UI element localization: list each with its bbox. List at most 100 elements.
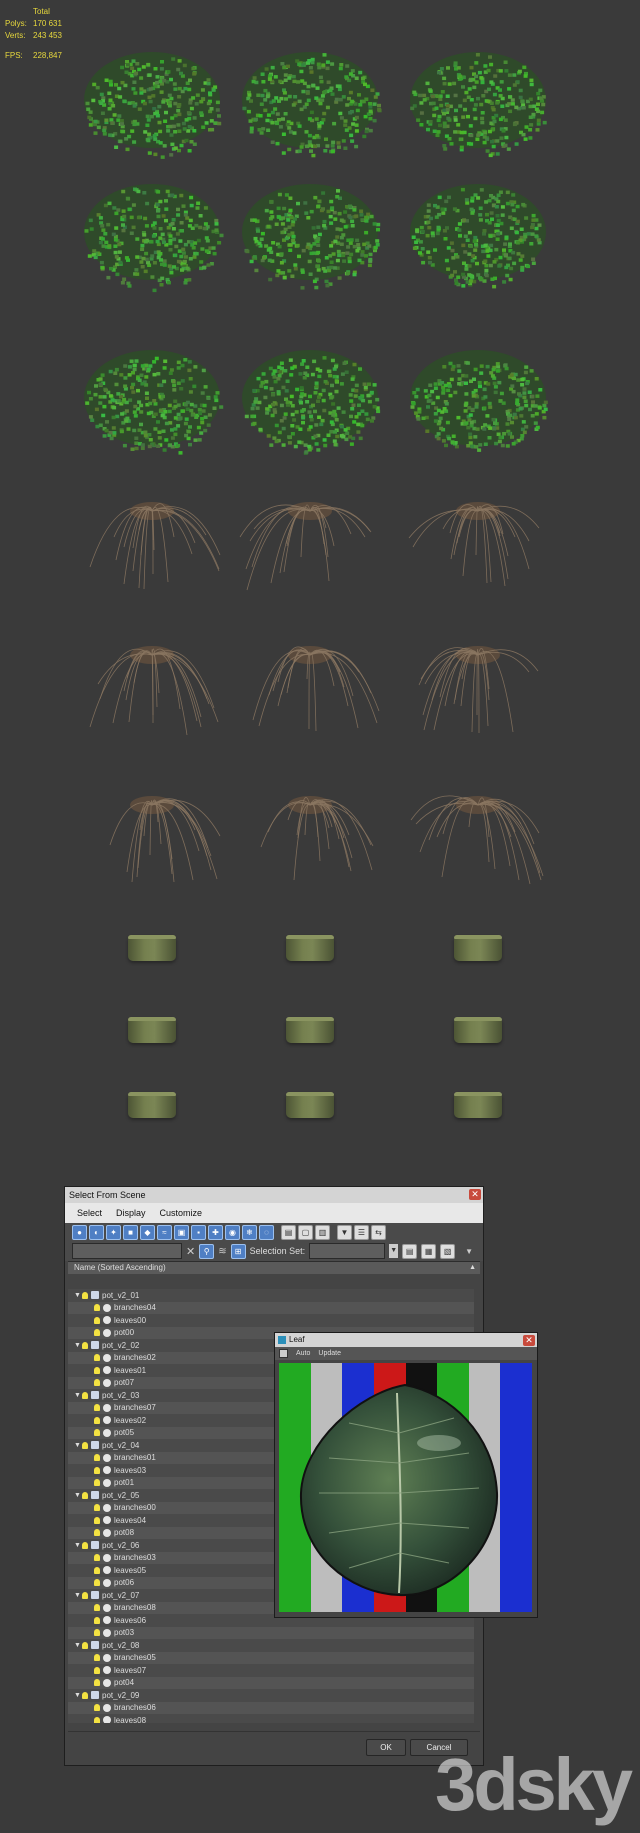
chevron-down-icon[interactable]: ▼: [389, 1244, 398, 1258]
tree-group-row[interactable]: ▼ pot_v2_09: [68, 1689, 474, 1702]
light-bulb-icon[interactable]: [94, 1654, 100, 1661]
branches-model[interactable]: [403, 466, 553, 596]
light-bulb-icon[interactable]: [94, 1454, 100, 1461]
display-hidden-icon[interactable]: ◌: [259, 1225, 274, 1240]
display-groups-icon[interactable]: ▣: [174, 1225, 189, 1240]
tree-child-row[interactable]: pot04: [68, 1677, 474, 1690]
menu-customize[interactable]: Customize: [160, 1208, 203, 1218]
branches-model[interactable]: [235, 466, 385, 596]
display-helpers-icon[interactable]: ◆: [140, 1225, 155, 1240]
display-geometry-icon[interactable]: ●: [72, 1225, 87, 1240]
light-bulb-icon[interactable]: [82, 1292, 88, 1299]
branches-model[interactable]: [235, 610, 385, 740]
light-bulb-icon[interactable]: [82, 1642, 88, 1649]
hierarchy-filter-icon[interactable]: ☰: [354, 1225, 369, 1240]
tree-child-row[interactable]: branches05: [68, 1652, 474, 1665]
light-bulb-icon[interactable]: [94, 1504, 100, 1511]
display-cameras-icon[interactable]: ■: [123, 1225, 138, 1240]
display-warps-icon[interactable]: ≈: [157, 1225, 172, 1240]
tree-child-row[interactable]: leaves07: [68, 1664, 474, 1677]
sync-selection-icon[interactable]: ⇆: [371, 1225, 386, 1240]
light-bulb-icon[interactable]: [94, 1679, 100, 1686]
light-bulb-icon[interactable]: [94, 1717, 100, 1723]
branches-model[interactable]: [77, 466, 227, 596]
options-dropdown-icon[interactable]: ▼: [465, 1247, 473, 1256]
light-bulb-icon[interactable]: [94, 1567, 100, 1574]
tree-child-row[interactable]: branches04: [68, 1302, 474, 1315]
light-bulb-icon[interactable]: [82, 1592, 88, 1599]
light-bulb-icon[interactable]: [82, 1392, 88, 1399]
light-bulb-icon[interactable]: [94, 1479, 100, 1486]
column-header[interactable]: Name (Sorted Ascending) ▲: [68, 1261, 480, 1274]
hierarchy-view-icon[interactable]: ⊞: [231, 1244, 246, 1259]
tree-group-row[interactable]: ▼ pot_v2_08: [68, 1639, 474, 1652]
pot-model[interactable]: [286, 1017, 334, 1043]
pot-model[interactable]: [286, 935, 334, 961]
update-button[interactable]: Update: [318, 1350, 341, 1357]
display-xrefs-icon[interactable]: ▪: [191, 1225, 206, 1240]
expand-triangle-icon[interactable]: ▼: [74, 1692, 82, 1699]
sort-ascending-icon[interactable]: ▲: [469, 1262, 476, 1274]
dialog-title-bar[interactable]: Select From Scene ✕: [65, 1187, 483, 1203]
light-bulb-icon[interactable]: [94, 1367, 100, 1374]
light-bulb-icon[interactable]: [94, 1579, 100, 1586]
foliage-model[interactable]: [235, 172, 385, 302]
select-all-icon[interactable]: ▤: [281, 1225, 296, 1240]
expand-triangle-icon[interactable]: ▼: [74, 1492, 82, 1499]
light-bulb-icon[interactable]: [94, 1329, 100, 1336]
menu-display[interactable]: Display: [116, 1208, 146, 1218]
light-bulb-icon[interactable]: [82, 1342, 88, 1349]
select-none-icon[interactable]: ▢: [298, 1225, 313, 1240]
tree-child-row[interactable]: leaves08: [68, 1714, 474, 1723]
expand-triangle-icon[interactable]: ▼: [74, 1592, 82, 1599]
close-icon[interactable]: ✕: [523, 1335, 535, 1346]
expand-triangle-icon[interactable]: ▼: [74, 1292, 82, 1299]
light-bulb-icon[interactable]: [94, 1379, 100, 1386]
menu-select[interactable]: Select: [77, 1208, 102, 1218]
display-frozen-icon[interactable]: ❄: [242, 1225, 257, 1240]
display-bones-icon[interactable]: ✚: [208, 1225, 223, 1240]
foliage-model[interactable]: [403, 40, 553, 170]
light-bulb-icon[interactable]: [82, 1442, 88, 1449]
foliage-model[interactable]: [77, 172, 227, 302]
foliage-model[interactable]: [77, 338, 227, 468]
filter-icon[interactable]: ▼: [337, 1225, 352, 1240]
tree-child-row[interactable]: pot03: [68, 1627, 474, 1640]
layers-icon[interactable]: ≋: [218, 1246, 226, 1257]
pot-model[interactable]: [454, 935, 502, 961]
create-set-icon[interactable]: ▤: [402, 1244, 417, 1259]
ok-button[interactable]: OK: [366, 1739, 406, 1756]
light-bulb-icon[interactable]: [94, 1529, 100, 1536]
clear-find-icon[interactable]: ✕: [186, 1245, 195, 1258]
light-bulb-icon[interactable]: [94, 1417, 100, 1424]
auto-checkbox[interactable]: [279, 1349, 288, 1358]
edit-set-icon[interactable]: ▦: [421, 1244, 436, 1259]
branches-model[interactable]: [403, 610, 553, 740]
light-bulb-icon[interactable]: [94, 1704, 100, 1711]
display-shapes-icon[interactable]: ◐: [89, 1225, 104, 1240]
foliage-model[interactable]: [403, 172, 553, 302]
light-bulb-icon[interactable]: [94, 1467, 100, 1474]
expand-triangle-icon[interactable]: ▼: [74, 1342, 82, 1349]
tree-child-row[interactable]: leaves00: [68, 1314, 474, 1327]
branches-model[interactable]: [77, 760, 227, 890]
light-bulb-icon[interactable]: [94, 1629, 100, 1636]
invert-selection-icon[interactable]: ▥: [315, 1225, 330, 1240]
tree-child-row[interactable]: branches06: [68, 1702, 474, 1715]
remove-set-icon[interactable]: ▧: [440, 1244, 455, 1259]
light-bulb-icon[interactable]: [94, 1429, 100, 1436]
branches-model[interactable]: [403, 760, 553, 890]
light-bulb-icon[interactable]: [94, 1517, 100, 1524]
pot-model[interactable]: [128, 935, 176, 961]
foliage-model[interactable]: [403, 338, 553, 468]
foliage-model[interactable]: [235, 40, 385, 170]
pot-model[interactable]: [128, 1092, 176, 1118]
expand-triangle-icon[interactable]: ▼: [74, 1392, 82, 1399]
foliage-model[interactable]: [235, 338, 385, 468]
pot-model[interactable]: [454, 1092, 502, 1118]
light-bulb-icon[interactable]: [94, 1304, 100, 1311]
tree-group-row[interactable]: ▼ pot_v2_01: [68, 1289, 474, 1302]
display-containers-icon[interactable]: ◉: [225, 1225, 240, 1240]
foliage-model[interactable]: [77, 40, 227, 170]
light-bulb-icon[interactable]: [82, 1542, 88, 1549]
